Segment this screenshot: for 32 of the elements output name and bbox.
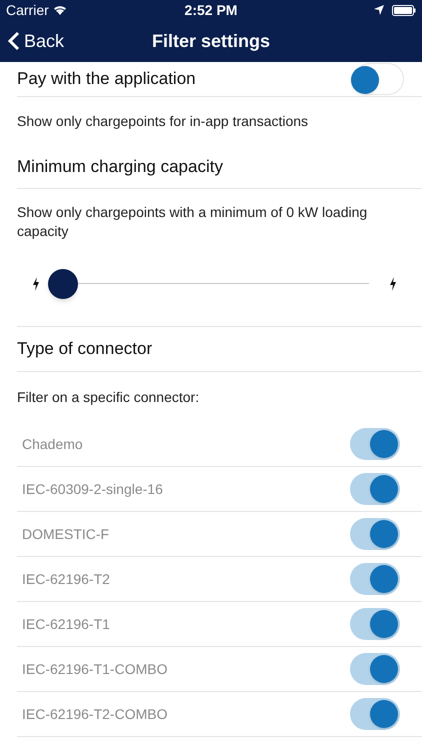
lightning-icon (389, 276, 397, 290)
battery-icon (392, 4, 416, 16)
setting-label: Pay with the application (17, 68, 196, 90)
setting-description: Filter on a specific connector: (17, 388, 200, 407)
toggle-switch[interactable] (350, 653, 400, 685)
toggle-switch[interactable] (350, 563, 400, 595)
lightning-icon (32, 276, 40, 290)
section-title: Type of connector (17, 338, 152, 360)
location-arrow-icon (374, 5, 384, 15)
connector-label: IEC-62196-T1-COMBO (22, 660, 168, 678)
clock-time: 2:52 PM (184, 0, 238, 20)
carrier-label: Carrier (6, 0, 49, 20)
connector-label: IEC-62196-T2 (22, 570, 110, 588)
wifi-icon (52, 5, 67, 15)
toggle-switch[interactable] (350, 473, 400, 505)
connector-label: IEC-62196-T2-COMBO (22, 704, 168, 724)
connector-label: IEC-60309-2-single-16 (22, 480, 163, 499)
connector-label: DOMESTIC-F (22, 524, 110, 544)
setting-description: Show only chargepoints with a minimum of 0 kW loading capacity (17, 203, 368, 241)
chevron-left-icon (8, 31, 20, 51)
toggle-switch[interactable] (350, 428, 400, 460)
screen-title: Filter settings (152, 30, 270, 53)
setting-description: Show only chargepoints for in-app transactions (17, 112, 308, 131)
connector-label: IEC-62196-T1 (22, 614, 110, 634)
toggle-switch[interactable] (354, 63, 404, 95)
toggle-switch[interactable] (350, 698, 400, 730)
connector-label: Chademo (22, 434, 83, 454)
slider-thumb[interactable] (48, 268, 78, 298)
toggle-switch[interactable] (350, 518, 400, 550)
section-title: Minimum charging capacity (17, 156, 223, 178)
back-button[interactable]: Back (8, 28, 64, 54)
toggle-switch[interactable] (350, 608, 400, 640)
